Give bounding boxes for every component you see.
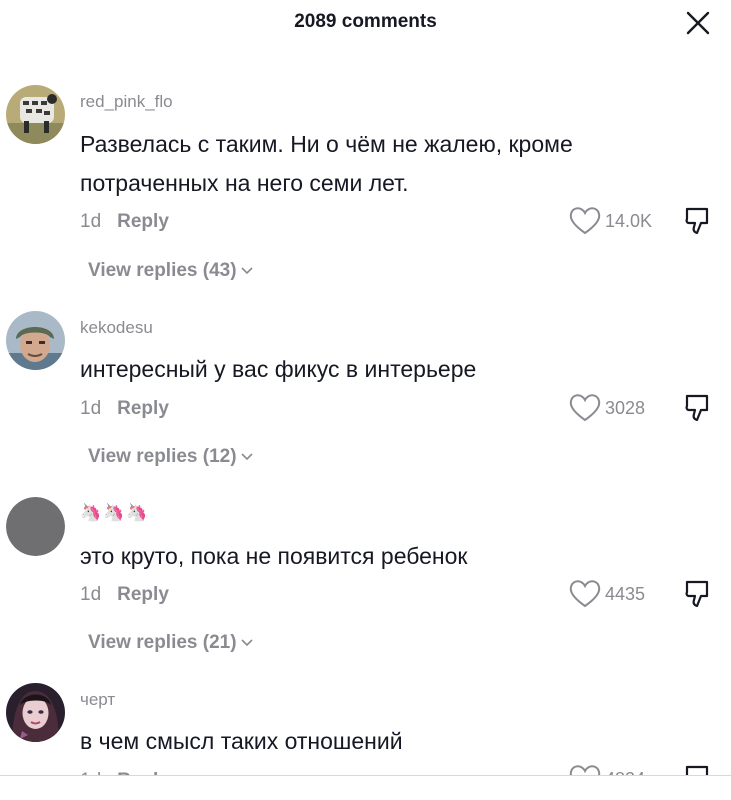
comment-meta: 1d Reply bbox=[80, 584, 169, 606]
view-replies-label: View replies (12) bbox=[88, 446, 237, 467]
comment-text: Развелась с таким. Ни о чём не жалею, кр… bbox=[80, 131, 573, 196]
dislike-button[interactable] bbox=[683, 206, 713, 236]
reply-button[interactable]: Reply bbox=[117, 211, 169, 232]
comment-meta: 1d Reply bbox=[80, 211, 169, 233]
avatar[interactable] bbox=[6, 85, 65, 144]
view-replies-button[interactable]: View replies (21) bbox=[88, 632, 253, 654]
comment-age: 1d bbox=[80, 211, 102, 232]
like-button[interactable]: 3028 bbox=[568, 393, 645, 423]
comment-username[interactable]: kekodesu bbox=[80, 318, 153, 338]
like-count: 14.0K bbox=[605, 210, 653, 231]
view-replies-button[interactable]: View replies (43) bbox=[88, 260, 253, 282]
thumbs-down-icon bbox=[685, 580, 709, 608]
chevron-down-icon bbox=[240, 639, 253, 647]
avatar[interactable] bbox=[6, 311, 65, 370]
comments-header: 2089 comments bbox=[0, 0, 731, 46]
comments-count-title: 2089 comments bbox=[294, 11, 437, 32]
dislike-button[interactable] bbox=[683, 393, 713, 423]
avatar[interactable] bbox=[6, 683, 65, 742]
heart-icon bbox=[569, 394, 601, 422]
comment-username[interactable]: черт bbox=[80, 690, 115, 710]
comment-username[interactable]: red_pink_flo bbox=[80, 92, 173, 112]
like-button[interactable]: 4435 bbox=[568, 579, 645, 609]
comment-age: 1d bbox=[80, 398, 102, 419]
reply-button[interactable]: Reply bbox=[117, 584, 169, 605]
like-count: 3028 bbox=[605, 397, 646, 418]
comment-text: это круто, пока не появится ребенок bbox=[80, 543, 468, 569]
like-button[interactable]: 14.0K bbox=[568, 206, 652, 236]
comment-username[interactable]: 🦄🦄🦄 bbox=[80, 503, 150, 523]
thumbs-down-icon bbox=[685, 394, 709, 422]
bottom-cutoff bbox=[0, 776, 731, 800]
comment-meta: 1d Reply bbox=[80, 398, 169, 420]
heart-icon bbox=[569, 580, 601, 608]
close-icon bbox=[686, 11, 710, 35]
view-replies-label: View replies (21) bbox=[88, 632, 237, 653]
comment-text: интересный у вас фикус в интерьере bbox=[80, 356, 477, 382]
chevron-down-icon bbox=[240, 267, 253, 275]
comment-text: в чем смысл таких отношений bbox=[80, 728, 403, 754]
thumbs-down-icon bbox=[685, 207, 709, 235]
chevron-down-icon bbox=[240, 453, 253, 461]
dislike-button[interactable] bbox=[683, 579, 713, 609]
view-replies-button[interactable]: View replies (12) bbox=[88, 446, 253, 468]
heart-icon bbox=[569, 207, 601, 235]
comment-age: 1d bbox=[80, 584, 102, 605]
reply-button[interactable]: Reply bbox=[117, 398, 169, 419]
close-button[interactable] bbox=[681, 6, 715, 40]
view-replies-label: View replies (43) bbox=[88, 260, 237, 281]
avatar[interactable] bbox=[6, 497, 65, 556]
like-count: 4435 bbox=[605, 583, 646, 604]
